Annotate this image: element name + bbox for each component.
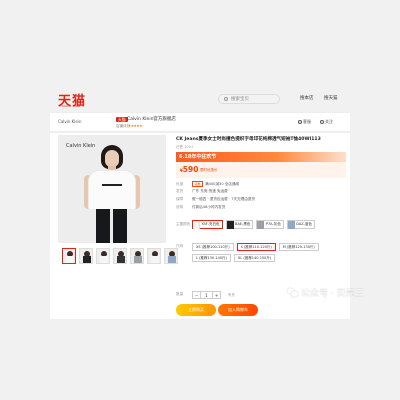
thumbnail[interactable] bbox=[164, 248, 178, 264]
quantity-label: 数量 bbox=[176, 292, 184, 296]
thumbnail[interactable] bbox=[130, 248, 144, 264]
quantity-stepper[interactable]: − 1 + bbox=[192, 291, 221, 299]
thumbnail[interactable] bbox=[79, 248, 93, 264]
add-to-cart-button[interactable]: 加入购物车 bbox=[218, 304, 258, 316]
color-option[interactable]: YAF-亮白色 bbox=[192, 220, 223, 229]
size-option[interactable]: XL (推荐140-150斤) bbox=[233, 254, 276, 262]
store-bar: Calvin Klein 天猫 Calvin Klein官方旗舰店 店铺评分 ★… bbox=[50, 112, 350, 132]
info-row-guarantee: 保障 假一赔四 · 退货包运费 · 7天无理由退货 bbox=[176, 197, 256, 201]
color-option[interactable]: P7A-灰色 bbox=[256, 220, 284, 229]
coupon-badge[interactable]: 领券 bbox=[192, 181, 204, 187]
sold-count: 已售 100+ bbox=[176, 145, 194, 149]
watermark: 公众号 · 贝壳三 bbox=[287, 286, 364, 299]
store-rating-stars: ★★★★★ bbox=[128, 124, 143, 128]
quantity-value[interactable]: 1 bbox=[201, 291, 212, 299]
model-pants-left bbox=[96, 209, 110, 243]
product-title: CK Jeans夏季女士时尚撞色提织字母印花纯棉透气短袖T恤40WI113 bbox=[176, 137, 321, 142]
search-store-link[interactable]: 搜本店 bbox=[300, 95, 314, 101]
thumbnail[interactable] bbox=[147, 248, 161, 264]
heart-icon bbox=[320, 120, 324, 124]
info-row-coupon: 优惠 领券 满400减30 全店通用 bbox=[176, 181, 240, 187]
size-option[interactable]: XS (推荐100-110斤) bbox=[192, 243, 234, 251]
tmall-header: 天猫 TMALL.COM 搜索宝贝 搜本店 搜天猫 bbox=[50, 88, 350, 110]
search-input[interactable]: 搜索宝贝 bbox=[218, 94, 280, 104]
thumbnail[interactable] bbox=[62, 248, 76, 264]
size-option[interactable]: S (推荐110-120斤) bbox=[236, 243, 276, 251]
size-option[interactable]: M (推荐120-130斤) bbox=[278, 243, 319, 251]
follow-store-label: 关注 bbox=[325, 119, 333, 124]
model-pants-right bbox=[113, 209, 127, 243]
search-icon bbox=[224, 97, 228, 101]
increment-button[interactable]: + bbox=[212, 291, 221, 299]
thumbnail-strip bbox=[62, 248, 178, 264]
promo-banner: 6.18年中狂欢节 bbox=[176, 152, 346, 162]
store-name[interactable]: Calvin Klein官方旗舰店 bbox=[127, 117, 176, 122]
price-box: ¥590 限时优惠价 bbox=[176, 162, 346, 178]
model-tshirt bbox=[88, 170, 136, 210]
search-tmall-link[interactable]: 搜天猫 bbox=[324, 95, 338, 101]
search-placeholder: 搜索宝贝 bbox=[231, 97, 249, 102]
thumbnail[interactable] bbox=[96, 248, 110, 264]
promo-banner-text: 6.18年中狂欢节 bbox=[179, 154, 217, 160]
model-face bbox=[105, 150, 119, 167]
color-option[interactable]: DAZ-蓝色 bbox=[286, 220, 315, 229]
tmall-badge: 天猫 bbox=[116, 117, 128, 122]
buy-now-button[interactable]: 立即购买 bbox=[176, 304, 216, 316]
page: 天猫 TMALL.COM 搜索宝贝 搜本店 搜天猫 Calvin Klein 天… bbox=[0, 0, 400, 400]
size-option[interactable]: L (推荐130-140斤) bbox=[192, 254, 231, 262]
chat-icon bbox=[298, 120, 302, 124]
customer-service-button[interactable]: 客服 bbox=[298, 119, 311, 125]
price: ¥590 bbox=[180, 165, 199, 174]
info-row-note: 说明 付款后48小时内发货 bbox=[176, 205, 226, 209]
wechat-icon bbox=[287, 288, 298, 297]
image-brand-text: Calvin Klein bbox=[66, 143, 96, 149]
size-label: 尺码 bbox=[176, 244, 184, 248]
store-logo[interactable]: Calvin Klein bbox=[58, 119, 81, 124]
customer-service-label: 客服 bbox=[303, 119, 311, 124]
stock-status: 有货 bbox=[228, 293, 235, 297]
follow-store-button[interactable]: 关注 bbox=[320, 119, 333, 125]
tshirt-logo bbox=[102, 184, 122, 186]
tmall-logo-sub: TMALL.COM bbox=[60, 104, 81, 108]
thumbnail[interactable] bbox=[113, 248, 127, 264]
product-main-image[interactable]: Calvin Klein bbox=[58, 135, 166, 243]
color-label: 主要颜色 bbox=[176, 222, 191, 226]
info-row-shipping: 发货 广东 东莞 快递 免运费 bbox=[176, 189, 228, 193]
color-options: YAF-亮白色 BAE-黑色 P7A-灰色 DAZ-蓝色 bbox=[192, 220, 315, 229]
color-option[interactable]: BAE-黑色 bbox=[225, 220, 254, 229]
decrement-button[interactable]: − bbox=[192, 291, 201, 299]
price-note: 限时优惠价 bbox=[200, 168, 218, 172]
watermark-text: 公众号 · 贝壳三 bbox=[301, 289, 364, 299]
size-options: XS (推荐100-110斤) S (推荐110-120斤) M (推荐120-… bbox=[192, 243, 342, 262]
